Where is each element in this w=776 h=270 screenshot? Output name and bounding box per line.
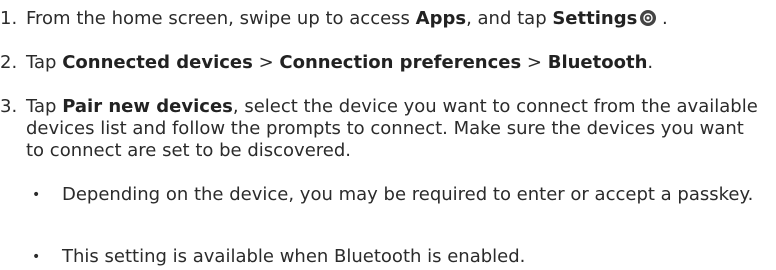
settings-gear-icon [640,10,657,26]
bullet-icon: • [32,249,41,265]
text-segment: , and tap [466,8,553,29]
step-1: 1. From the home screen, swipe up to acc… [0,8,766,30]
bullet-item: • This setting is available when Bluetoo… [32,246,768,268]
text-segment: . [656,8,668,29]
step-text: From the home screen, swipe up to access… [26,8,766,30]
bluetooth-label: Bluetooth [547,52,648,73]
step-number: 2. [0,52,18,73]
text-segment: > [252,52,280,73]
text-segment: > [521,52,548,73]
apps-label: Apps [415,8,467,29]
step-3: 3. Tap Pair new devices, select the devi… [0,96,766,162]
connected-devices-label: Connected devices [62,52,253,73]
pair-new-devices-label: Pair new devices [62,96,233,117]
step-number: 3. [0,96,18,117]
bullet-text: This setting is available when Bluetooth… [62,246,526,267]
text-segment: . [647,52,654,73]
bullet-text: Depending on the device, you may be requ… [62,184,754,205]
connection-preferences-label: Connection preferences [279,52,522,73]
bullet-icon: • [32,187,41,203]
step-2: 2. Tap Connected devices > Connection pr… [0,52,766,74]
text-segment: Tap [26,96,63,117]
bullet-item: • Depending on the device, you may be re… [32,184,768,206]
step-number: 1. [0,8,18,29]
step-text: Tap Connected devices > Connection prefe… [26,52,766,74]
step-text: Tap Pair new devices, select the device … [26,96,766,162]
text-segment: From the home screen, swipe up to access [26,8,416,29]
text-segment: Tap [26,52,63,73]
settings-label: Settings [552,8,638,29]
